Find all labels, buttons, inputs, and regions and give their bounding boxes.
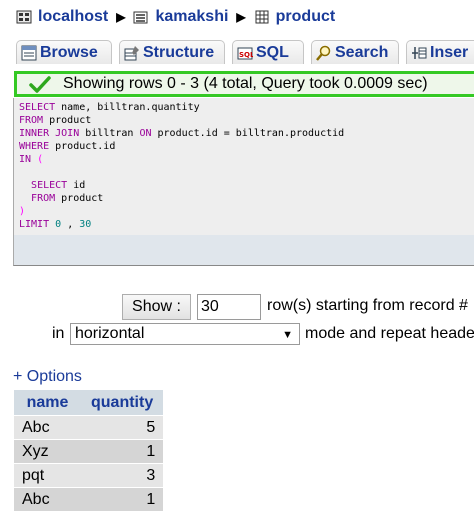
sql-line: LIMIT 0 , 30: [19, 219, 92, 230]
tab-insert[interactable]: Inser: [406, 40, 474, 64]
tab-structure[interactable]: Structure: [119, 40, 225, 64]
results-table: name quantity Abc 5 Xyz 1 pqt 3 Abc 1: [14, 390, 164, 511]
table-row[interactable]: Abc 1: [14, 487, 164, 511]
tab-label: Browse: [40, 43, 98, 61]
chevron-right-icon: ▶: [236, 10, 246, 24]
sql-query-text: SELECT name, billtran.quantity FROM prod…: [14, 98, 474, 231]
breadcrumb: localhost ▶ kamakshi ▶ product: [16, 6, 335, 28]
sql-line: ): [19, 206, 26, 217]
sql-line: INNER JOIN billtran ON product.id = bill…: [19, 128, 345, 139]
cell-quantity: 1: [81, 439, 164, 464]
tab-bar: Browse Structure SQL SQL Search Inser: [16, 40, 474, 66]
show-button[interactable]: Show :: [122, 294, 191, 320]
column-header-quantity[interactable]: quantity: [81, 390, 164, 416]
dropdown-arrow-icon: ▼: [282, 329, 293, 341]
cell-quantity: 5: [81, 415, 164, 440]
rows-count-input[interactable]: [197, 294, 261, 320]
repeat-headers-label: mode and repeat heade: [305, 325, 474, 342]
breadcrumb-table[interactable]: product: [276, 8, 336, 26]
cell-name: Abc: [14, 487, 81, 511]
options-link[interactable]: + Options: [13, 368, 82, 386]
tab-browse[interactable]: Browse: [16, 40, 112, 64]
success-message: Showing rows 0 - 3 (4 total, Query took …: [14, 71, 474, 97]
server-icon: [16, 10, 32, 24]
display-mode-value: horizontal: [75, 325, 145, 342]
database-icon: [133, 11, 148, 24]
structure-icon: [124, 45, 139, 60]
tab-label: Search: [335, 43, 389, 61]
sql-line: SELECT name, billtran.quantity: [19, 102, 200, 113]
navigation-form: Show : row(s) starting from record #: [0, 294, 474, 320]
sql-query-box: SELECT name, billtran.quantity FROM prod…: [13, 98, 474, 266]
success-message-text: Showing rows 0 - 3 (4 total, Query took …: [63, 75, 428, 92]
table-row[interactable]: pqt 3: [14, 463, 164, 488]
cell-name: Abc: [14, 415, 81, 440]
tab-label: Structure: [143, 43, 215, 61]
tab-label: Inser: [430, 43, 469, 61]
tab-sql[interactable]: SQL SQL: [232, 40, 304, 64]
in-label: in: [52, 325, 65, 342]
display-mode-select[interactable]: horizontal ▼: [70, 323, 300, 345]
sql-line: FROM product: [31, 193, 104, 204]
tab-label: SQL: [256, 43, 289, 61]
sql-query-footer: [14, 235, 474, 265]
tab-search[interactable]: Search: [311, 40, 399, 64]
search-icon: [316, 45, 331, 61]
sql-line: FROM product: [19, 115, 92, 126]
column-header-name[interactable]: name: [14, 390, 81, 416]
insert-icon: [412, 46, 427, 59]
svg-text:SQL: SQL: [239, 51, 253, 59]
starting-record-label: row(s) starting from record #: [267, 297, 468, 314]
sql-icon: SQL: [237, 47, 253, 59]
table-row[interactable]: Abc 5: [14, 415, 164, 440]
cell-quantity: 1: [81, 487, 164, 511]
cell-quantity: 3: [81, 463, 164, 488]
table-header-row: name quantity: [14, 390, 164, 416]
cell-name: pqt: [14, 463, 81, 488]
cell-name: Xyz: [14, 439, 81, 464]
table-icon: [255, 10, 269, 24]
browse-icon: [21, 45, 37, 60]
chevron-right-icon: ▶: [116, 10, 126, 24]
breadcrumb-server[interactable]: localhost: [38, 8, 108, 26]
sql-line: SELECT id: [31, 180, 86, 191]
table-row[interactable]: Xyz 1: [14, 439, 164, 464]
sql-line: WHERE product.id: [19, 141, 116, 152]
sql-line: IN (: [19, 154, 44, 165]
breadcrumb-database[interactable]: kamakshi: [155, 8, 228, 26]
display-mode-row: in horizontal ▼ mode and repeat heade: [0, 321, 474, 345]
checkmark-icon: [29, 76, 51, 93]
